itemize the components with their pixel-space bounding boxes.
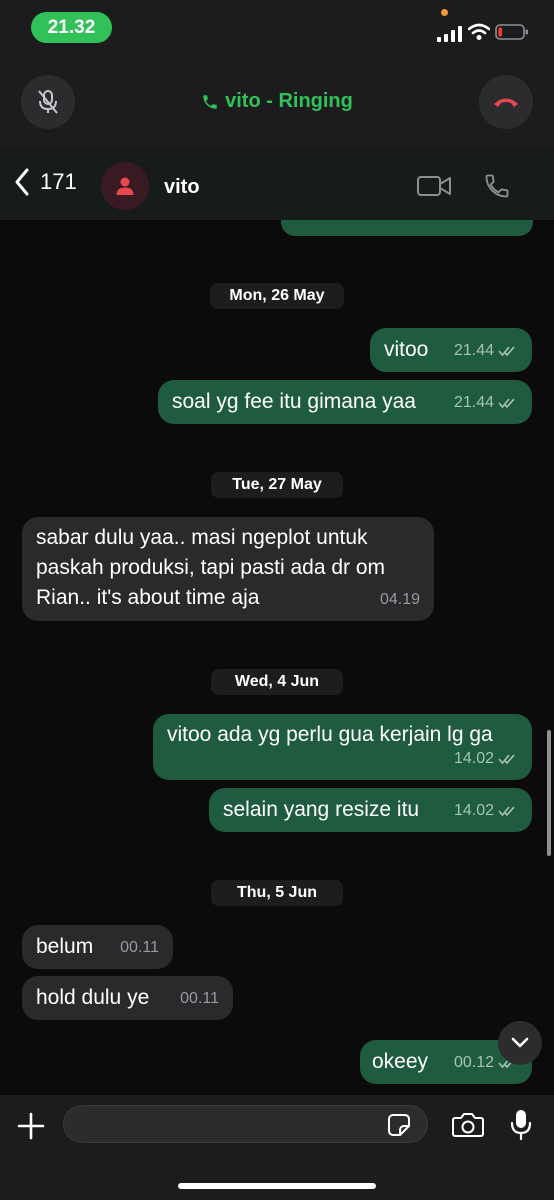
double-check-icon <box>498 754 515 765</box>
status-bar: 21.32 <box>0 0 554 58</box>
chat-header: 171 vito <box>0 148 554 220</box>
message-text: vitoo <box>384 338 429 361</box>
message-meta: 14.02 <box>454 796 518 826</box>
home-indicator[interactable] <box>178 1183 376 1189</box>
call-status-text: vito - Ringing <box>225 90 353 112</box>
message-time: 14.02 <box>453 750 494 767</box>
message-bubble[interactable]: selain yang resize itu 14.02 <box>209 788 532 832</box>
message-meta: 14.02 <box>454 744 518 774</box>
end-call-button[interactable] <box>479 75 533 129</box>
scroll-to-bottom-button[interactable] <box>498 1021 542 1065</box>
scroll-indicator[interactable] <box>547 730 551 856</box>
plus-icon[interactable] <box>16 1111 46 1141</box>
date-separator: Wed, 4 Jun <box>211 669 343 695</box>
double-check-icon <box>498 398 515 409</box>
microphone-icon[interactable] <box>510 1109 532 1141</box>
person-icon <box>116 177 134 195</box>
hang-up-icon <box>494 98 518 107</box>
contact-name[interactable]: vito <box>164 176 200 199</box>
message-time: 14.02 <box>453 802 494 819</box>
message-input[interactable] <box>63 1105 428 1143</box>
ongoing-call-bar: vito - Ringing <box>0 58 554 148</box>
date-separator: Mon, 26 May <box>210 283 344 309</box>
message-meta: 00.11 <box>120 933 159 963</box>
message-time: 04.19 <box>379 591 420 608</box>
message-bubble[interactable]: vitoo 21.44 <box>370 328 532 372</box>
message-time: 00.11 <box>120 939 159 956</box>
date-separator: Tue, 27 May <box>211 472 343 498</box>
message-bubble[interactable]: vitoo ada yg perlu gua kerjain lg ga 14.… <box>153 714 532 780</box>
double-check-icon <box>498 806 515 817</box>
message-meta: 00.11 <box>180 984 219 1014</box>
video-call-icon[interactable] <box>416 174 452 198</box>
status-time[interactable]: 21.32 <box>31 12 112 43</box>
message-text: vitoo ada yg perlu gua kerjain lg ga <box>167 723 493 746</box>
privacy-indicator <box>441 9 448 16</box>
chevron-down-icon <box>511 1037 529 1048</box>
unread-count: 171 <box>40 169 77 194</box>
message-time: 00.11 <box>180 990 219 1007</box>
message-bubble[interactable]: belum 00.11 <box>22 925 173 969</box>
voice-call-icon[interactable] <box>483 172 511 200</box>
message-text: belum <box>36 935 94 958</box>
message-text: okeey <box>372 1050 429 1073</box>
call-status[interactable]: vito - Ringing <box>0 90 554 113</box>
double-check-icon <box>498 346 515 357</box>
date-separator: Thu, 5 Jun <box>211 880 343 906</box>
message-text: selain yang resize itu <box>223 798 420 821</box>
phone-icon <box>203 94 217 109</box>
message-meta: 21.44 <box>454 388 518 418</box>
message-text-line: Rian.. it's about time aja <box>36 586 260 609</box>
message-meta: 04.19 <box>380 585 420 615</box>
message-text-line: paskah produksi, tapi pasti ada dr om <box>36 556 386 579</box>
wifi-icon <box>468 23 490 40</box>
message-meta: 21.44 <box>454 336 518 366</box>
message-bubble[interactable]: sabar dulu yaa.. masi ngeplot untuk pask… <box>22 517 434 621</box>
camera-icon[interactable] <box>451 1112 485 1138</box>
message-bubble[interactable]: hold dulu ye 00.11 <box>22 976 233 1020</box>
signal-icon <box>437 26 462 42</box>
message-text-line: sabar dulu yaa.. masi ngeplot untuk <box>36 526 368 549</box>
chevron-left-icon <box>15 168 29 196</box>
contact-avatar[interactable] <box>101 162 149 210</box>
back-button[interactable]: 171 <box>14 168 77 196</box>
previous-message-bubble[interactable] <box>281 220 533 236</box>
message-text: soal yg fee itu gimana yaa <box>172 390 416 413</box>
message-bubble[interactable]: soal yg fee itu gimana yaa 21.44 <box>158 380 532 424</box>
message-time: 21.44 <box>453 342 494 359</box>
message-time: 21.44 <box>453 394 494 411</box>
sticker-icon[interactable] <box>387 1113 411 1137</box>
message-text: hold dulu ye <box>36 986 150 1009</box>
battery-icon <box>495 24 528 40</box>
message-list[interactable]: Mon, 26 May vitoo 21.44 soal yg fee itu … <box>0 220 554 1095</box>
message-time: 00.12 <box>453 1054 494 1071</box>
